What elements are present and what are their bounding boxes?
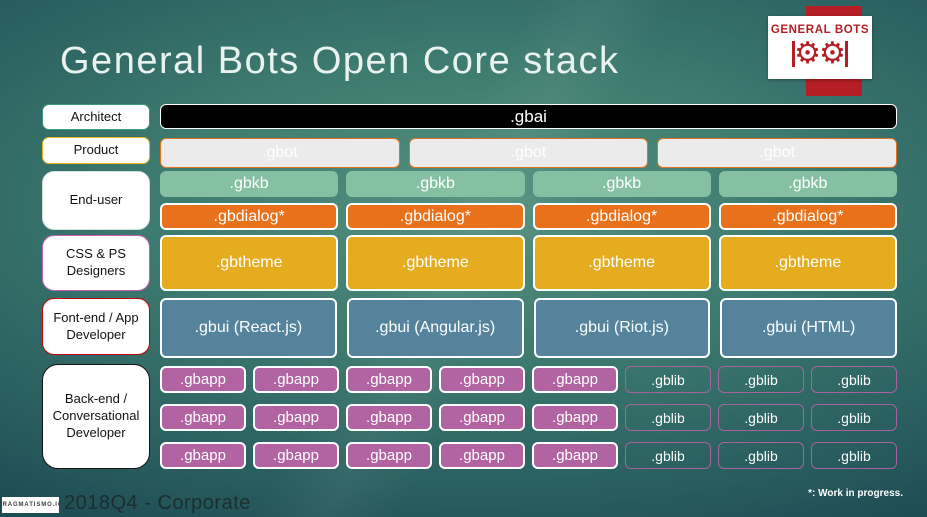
work-in-progress-note: *: Work in progress. xyxy=(808,488,903,499)
row-gbapp-3: .gbapp .gbapp .gbapp .gbapp .gbapp .gbli… xyxy=(160,442,897,469)
box-gbapp: .gbapp xyxy=(346,404,432,431)
box-gbui-angular: .gbui (Angular.js) xyxy=(346,298,524,358)
box-gbapp: .gbapp xyxy=(253,442,339,469)
box-gbapp: .gbapp xyxy=(532,442,618,469)
box-gblib: .gblib xyxy=(811,442,897,469)
box-gbdialog: .gbdialog* xyxy=(346,203,525,230)
box-gblib: .gblib xyxy=(718,442,804,469)
box-gblib: .gblib xyxy=(811,366,897,393)
row-gbkb: .gbkb .gbkb .gbkb .gbkb xyxy=(160,171,897,197)
box-gblib: .gblib xyxy=(625,442,711,469)
box-gbkb: .gbkb xyxy=(718,171,897,197)
page-title: General Bots Open Core stack xyxy=(60,40,620,82)
box-gbapp: .gbapp xyxy=(253,404,339,431)
box-gblib: .gblib xyxy=(718,366,804,393)
row-label-backend-conversational-developer: Back-end / Conversational Developer xyxy=(42,364,150,469)
row-label-product: Product xyxy=(42,137,150,164)
logo-gears: ⚙ ⚙ xyxy=(792,36,848,72)
gear-icon: ⚙ xyxy=(794,36,821,70)
box-gbtheme: .gbtheme xyxy=(718,235,897,291)
row-label-architect: Architect xyxy=(42,104,150,130)
box-gbot: .gbot xyxy=(657,138,897,168)
box-gblib: .gblib xyxy=(718,404,804,431)
box-gbai: .gbai xyxy=(160,104,897,129)
row-label-frontend-app-developer: Font-end / App Developer xyxy=(42,298,150,355)
box-gblib: .gblib xyxy=(625,366,711,393)
box-gbapp: .gbapp xyxy=(439,366,525,393)
box-gbdialog: .gbdialog* xyxy=(532,203,711,230)
gear-bar-right xyxy=(844,40,848,67)
row-gbapp-2: .gbapp .gbapp .gbapp .gbapp .gbapp .gbli… xyxy=(160,404,897,431)
logo-brand-text: GENERAL BOTS xyxy=(770,23,870,36)
box-gbapp: .gbapp xyxy=(439,404,525,431)
box-gbtheme: .gbtheme xyxy=(160,235,339,291)
box-gblib: .gblib xyxy=(811,404,897,431)
box-gblib: .gblib xyxy=(625,404,711,431)
box-gbui-html: .gbui (HTML) xyxy=(720,298,897,358)
box-gbapp: .gbapp xyxy=(160,366,246,393)
box-gbtheme: .gbtheme xyxy=(346,235,525,291)
row-gbdialog: .gbdialog* .gbdialog* .gbdialog* .gbdial… xyxy=(160,203,897,230)
box-gbui-riot: .gbui (Riot.js) xyxy=(533,298,711,358)
box-gbapp: .gbapp xyxy=(346,442,432,469)
row-gbot: .gbot .gbot .gbot xyxy=(160,138,897,168)
box-gbui-react: .gbui (React.js) xyxy=(160,298,337,358)
box-gbdialog: .gbdialog* xyxy=(718,203,897,230)
box-gbkb: .gbkb xyxy=(160,171,339,197)
box-gbkb: .gbkb xyxy=(346,171,525,197)
box-gbtheme: .gbtheme xyxy=(532,235,711,291)
box-gbdialog: .gbdialog* xyxy=(160,203,339,230)
row-gbui: .gbui (React.js) .gbui (Angular.js) .gbu… xyxy=(160,298,897,358)
pragmatismo-badge: PRAGMATISMO.IO xyxy=(0,497,63,513)
row-gbapp-1: .gbapp .gbapp .gbapp .gbapp .gbapp .gbli… xyxy=(160,366,897,393)
box-gbapp: .gbapp xyxy=(532,366,618,393)
edition-text: 2018Q4 - Corporate xyxy=(64,492,251,514)
box-gbapp: .gbapp xyxy=(160,404,246,431)
box-gbapp: .gbapp xyxy=(346,366,432,393)
box-gbot: .gbot xyxy=(160,138,400,168)
row-label-css-ps-designers: CSS & PS Designers xyxy=(42,235,150,291)
box-gbapp: .gbapp xyxy=(253,366,339,393)
gear-icon: ⚙ xyxy=(819,36,846,70)
general-bots-logo: GENERAL BOTS ⚙ ⚙ xyxy=(768,16,872,79)
slide: General Bots Open Core stack GENERAL BOT… xyxy=(0,0,927,517)
row-gbtheme: .gbtheme .gbtheme .gbtheme .gbtheme xyxy=(160,235,897,291)
box-gbapp: .gbapp xyxy=(439,442,525,469)
box-gbkb: .gbkb xyxy=(532,171,711,197)
row-gbai: .gbai xyxy=(160,104,897,129)
box-gbot: .gbot xyxy=(408,138,649,168)
box-gbapp: .gbapp xyxy=(532,404,618,431)
box-gbapp: .gbapp xyxy=(160,442,246,469)
row-label-end-user: End-user xyxy=(42,171,150,230)
pragmatismo-badge-text: PRAGMATISMO.IO xyxy=(0,502,64,508)
